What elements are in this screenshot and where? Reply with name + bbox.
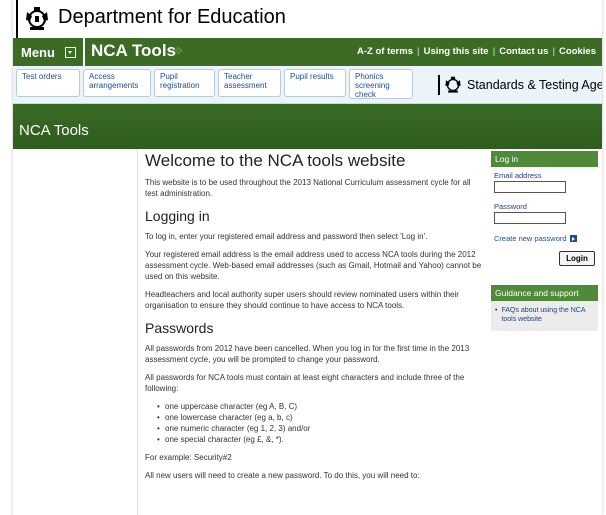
password-label: Password (494, 202, 527, 211)
sta-divider (438, 75, 440, 95)
main-content: Welcome to the NCA tools website This we… (145, 151, 485, 488)
menu-button[interactable]: Menu (13, 38, 81, 66)
brand-mark-icon: ❖ (173, 44, 184, 58)
tab-phonics-screening-check[interactable]: Phonics screening check (349, 69, 413, 99)
page-title: Welcome to the NCA tools website (145, 151, 406, 170)
sta-logo[interactable]: Standards & Testing Agency (438, 75, 602, 95)
list-item: • FAQs about using the NCA tools website (495, 306, 594, 324)
tab-teacher-assessment[interactable]: Teacher assessment (218, 69, 281, 97)
sta-name: Standards & Testing Agency (467, 78, 602, 92)
password-field[interactable] (494, 212, 566, 224)
tab-test-orders[interactable]: Test orders (16, 69, 80, 97)
email-label: Email address (494, 171, 542, 180)
royal-crest-icon (445, 76, 461, 93)
login-paragraph-2: Your registered email address is the ema… (145, 250, 482, 281)
chevron-down-icon (64, 46, 76, 58)
link-separator: | (492, 46, 496, 57)
royal-crest-icon (26, 7, 48, 30)
page-banner: NCA Tools (13, 104, 602, 149)
faq-link[interactable]: FAQs about using the NCA tools website (501, 306, 594, 324)
nav-divider (83, 38, 85, 66)
menu-label: Menu (21, 44, 55, 60)
password-example: For example: Security#2 (145, 453, 232, 462)
department-title[interactable]: Department for Education (58, 6, 286, 29)
new-users-text: All new users will need to create a new … (145, 471, 420, 480)
left-column (13, 149, 138, 515)
tab-access-arrangements[interactable]: Access arrangements (83, 69, 151, 97)
link-using-this-site[interactable]: Using this site (424, 46, 489, 57)
login-panel: Email address Password Create new passwo… (491, 167, 598, 272)
section-tabs: Test orders Access arrangements Pupil re… (13, 66, 602, 104)
password-paragraph-1: All passwords from 2012 have been cancel… (145, 344, 470, 364)
bullet-icon: • (495, 307, 498, 314)
password-paragraph-2: All passwords for NCA tools must contain… (145, 373, 465, 393)
page: Department for Education Menu NCA Tools … (13, 0, 602, 515)
top-links: A-Z of terms | Using this site | Contact us |… (357, 46, 596, 57)
list-item: one uppercase character (eg A, B, C) (157, 401, 485, 412)
login-button[interactable]: Login (559, 251, 595, 266)
main-navbar: Menu NCA Tools ❖ A-Z of terms | Using this… (13, 38, 602, 66)
create-password-label: Create new password (494, 234, 567, 243)
list-item: one lowercase character (eg a, b, c) (157, 412, 485, 423)
right-sidebar: Log in Email address Password Create new… (491, 151, 598, 331)
dfe-header: Department for Education (16, 0, 602, 38)
tab-pupil-registration[interactable]: Pupil registration (154, 69, 215, 97)
banner-title: NCA Tools (19, 122, 89, 139)
login-paragraph-1: To log in, enter your registered email a… (145, 232, 428, 241)
link-separator: | (552, 46, 556, 57)
nca-tools-brand[interactable]: NCA Tools (91, 41, 176, 61)
passwords-heading: Passwords (145, 320, 214, 336)
login-paragraph-3: Headteachers and local authority super u… (145, 290, 459, 310)
list-item: one numeric character (eg 1, 2, 3) and/o… (157, 423, 485, 434)
email-field[interactable] (494, 181, 566, 193)
list-item: one special character (eg £, &, *). (157, 434, 485, 445)
tab-pupil-results[interactable]: Pupil results (284, 69, 346, 97)
arrow-right-icon (569, 235, 577, 242)
link-contact-us[interactable]: Contact us (499, 46, 548, 57)
guidance-panel-title: Guidance and support (491, 285, 598, 301)
intro-text: This website is to be used throughout th… (145, 178, 471, 198)
link-cookies[interactable]: Cookies (559, 46, 596, 57)
link-separator: | (416, 46, 420, 57)
password-rules-list: one uppercase character (eg A, B, C) one… (145, 401, 485, 445)
create-password-link[interactable]: Create new password (494, 234, 595, 243)
login-panel-title: Log in (491, 151, 598, 167)
link-a-z-terms[interactable]: A-Z of terms (357, 46, 413, 57)
guidance-panel: • FAQs about using the NCA tools website (491, 301, 598, 331)
logging-in-heading: Logging in (145, 208, 210, 224)
